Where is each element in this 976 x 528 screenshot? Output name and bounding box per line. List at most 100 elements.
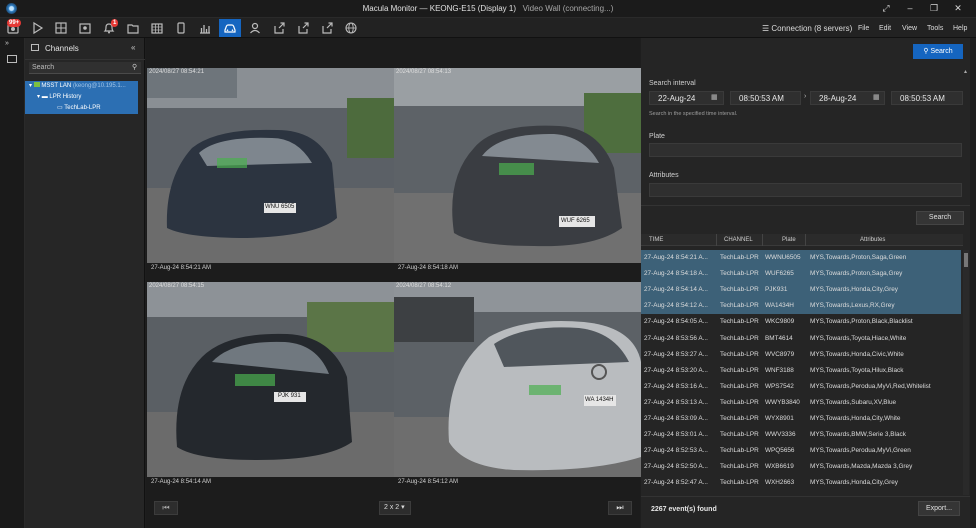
row-plate: WKC9809 xyxy=(765,318,795,326)
tree-item-server[interactable]: ▾ MSST LAN (keong@10.195.1... xyxy=(25,81,138,92)
map-button[interactable] xyxy=(74,19,96,37)
table-row[interactable]: 27-Aug-24 8:54:21 A... TechLab-LPR WWNU650… xyxy=(641,250,961,266)
channels-search[interactable]: Search ⚲ xyxy=(29,62,141,74)
row-plate: WWV3336 xyxy=(765,431,796,439)
car-icon xyxy=(224,24,236,33)
table-button[interactable] xyxy=(146,19,168,37)
row-plate: WWNU6505 xyxy=(765,254,801,261)
camera-tile[interactable]: 2024/08/27 08:54:13 WUF 6265 xyxy=(394,68,641,263)
camera-timestamp: 2024/08/27 08:54:21 xyxy=(149,69,205,75)
menu-tools[interactable]: Tools xyxy=(927,25,943,32)
restore-icon[interactable]: ❐ xyxy=(927,3,941,14)
close-icon[interactable]: ✕ xyxy=(951,3,965,14)
results-table: TIME CHANNEL Plate Attributes 27-Aug-24 … xyxy=(641,234,963,494)
plate-input[interactable] xyxy=(649,143,962,157)
camera-frame-image xyxy=(394,282,641,477)
row-time: 27-Aug-24 8:53:01 A... xyxy=(644,431,708,439)
results-scrollbar[interactable] xyxy=(963,250,969,495)
camera-tile[interactable]: 2024/08/27 08:54:21 WNU 6505 xyxy=(147,68,394,263)
tree-item-lpr-history[interactable]: ▾ ▬ LPR History xyxy=(25,92,138,103)
channels-header: Channels « xyxy=(25,38,145,60)
tree-item-techlab-lpr[interactable]: ▭ TechLab-LPR xyxy=(25,103,138,114)
channels-search-input[interactable]: Search xyxy=(32,64,54,71)
column-divider xyxy=(805,234,806,246)
row-attributes: MYS,Towards,Lexus,RX,Grey xyxy=(810,302,895,310)
row-time: 27-Aug-24 8:52:47 A... xyxy=(644,479,708,487)
export-view-button[interactable] xyxy=(268,19,290,37)
table-row[interactable]: 27-Aug-24 8:53:01 A... TechLab-LPR WWV3336… xyxy=(641,427,961,443)
camera-frame-image xyxy=(394,68,641,263)
lpr-button[interactable] xyxy=(219,19,241,37)
export-view-button-2[interactable] xyxy=(292,19,314,37)
table-row[interactable]: 27-Aug-24 8:52:50 A... TechLab-LPR WXB6619… xyxy=(641,459,961,475)
column-header-attributes[interactable]: Attributes xyxy=(860,234,885,246)
menu-help[interactable]: Help xyxy=(953,25,967,32)
web-button[interactable] xyxy=(340,19,362,37)
column-header-plate[interactable]: Plate xyxy=(782,234,796,246)
fullscreen-icon[interactable]: ⤢ xyxy=(879,3,893,14)
export-view-button-3[interactable] xyxy=(316,19,338,37)
column-header-time[interactable]: TIME xyxy=(649,234,663,246)
column-header-channel[interactable]: CHANNEL xyxy=(724,234,753,246)
title-bar: Macula Monitor — KEONG-E15 (Display 1) V… xyxy=(0,0,976,18)
faces-button[interactable] xyxy=(244,19,266,37)
layout-select[interactable]: 2 x 2 ▾ xyxy=(379,501,411,515)
top-search-button[interactable]: ⚲ Search xyxy=(913,44,963,59)
table-row[interactable]: 27-Aug-24 8:53:13 A... TechLab-LPR WWYB384… xyxy=(641,395,961,411)
table-row[interactable]: 27-Aug-24 8:53:27 A... TechLab-LPR WVC8979… xyxy=(641,347,961,363)
minimize-icon[interactable]: – xyxy=(903,3,917,14)
row-attributes: MYS,Towards,BMW,Serie 3,Black xyxy=(810,431,906,439)
menu-file[interactable]: File xyxy=(858,25,869,32)
table-row[interactable]: 27-Aug-24 8:53:16 A... TechLab-LPR WPS7542… xyxy=(641,379,961,395)
skip-forward-button[interactable]: ⏭ xyxy=(608,501,632,515)
column-divider xyxy=(716,234,717,246)
search-button[interactable]: Search xyxy=(916,211,964,225)
calendar-icon[interactable]: ▦ xyxy=(711,93,718,101)
table-row[interactable]: 27-Aug-24 8:53:20 A... TechLab-LPR WNF3188… xyxy=(641,363,961,379)
row-attributes: MYS,Towards,Proton,Saga,Grey xyxy=(810,270,903,278)
notifications-button[interactable]: 1 xyxy=(98,19,120,37)
row-plate: BMT4614 xyxy=(765,334,793,342)
menu-edit[interactable]: Edit xyxy=(879,25,891,32)
device-button[interactable] xyxy=(170,19,192,37)
table-row[interactable]: 27-Aug-24 8:52:47 A... TechLab-LPR WXH2663… xyxy=(641,475,961,491)
to-time-field[interactable]: 08:50:53 AM xyxy=(891,91,963,105)
scroll-up-icon[interactable]: ▴ xyxy=(964,68,970,76)
table-row[interactable]: 27-Aug-24 8:53:56 A... TechLab-LPR BMT4614… xyxy=(641,331,961,347)
export-button[interactable]: Export... xyxy=(918,501,960,516)
menu-view[interactable]: View xyxy=(902,25,917,32)
row-plate: WNF3188 xyxy=(765,366,794,374)
skip-back-button[interactable]: ⏮ xyxy=(154,501,178,515)
scrollbar-thumb[interactable] xyxy=(964,253,968,267)
table-header xyxy=(641,234,963,246)
collapse-panel-icon[interactable]: « xyxy=(131,43,135,52)
row-channel: TechLab-LPR xyxy=(720,479,759,487)
from-time-field[interactable]: 08:50:53 AM xyxy=(730,91,801,105)
channels-panel: Channels « Search ⚲ ▾ MSST LAN (keong@10… xyxy=(25,38,145,528)
table-row[interactable]: 27-Aug-24 8:54:12 A... TechLab-LPR WA1434H… xyxy=(641,298,961,315)
attributes-input[interactable] xyxy=(649,183,962,197)
camera-caption: 27-Aug-24 8:54:21 AM xyxy=(151,265,212,271)
reports-button[interactable] xyxy=(194,19,216,37)
row-time: 27-Aug-24 8:54:18 A... xyxy=(644,270,708,278)
table-row[interactable]: 27-Aug-24 8:53:09 A... TechLab-LPR WYX8901… xyxy=(641,411,961,427)
row-time: 27-Aug-24 8:53:09 A... xyxy=(644,415,708,422)
table-row[interactable]: 27-Aug-24 8:54:14 A... TechLab-LPR PJK931 M… xyxy=(641,282,961,299)
expand-rail-icon[interactable]: » xyxy=(5,40,9,47)
table-row[interactable]: 27-Aug-24 8:52:53 A... TechLab-LPR WPQ5656… xyxy=(641,443,961,459)
camera-tile[interactable]: 2024/08/27 08:54:15 PJK 931 xyxy=(147,282,394,477)
table-row[interactable]: 27-Aug-24 8:54:18 A... TechLab-LPR WUF6265… xyxy=(641,266,961,283)
table-row[interactable]: 27-Aug-24 8:54:05 A... TechLab-LPR WKC9809… xyxy=(641,314,961,330)
search-icon[interactable]: ⚲ xyxy=(132,63,137,71)
archive-button[interactable] xyxy=(122,19,144,37)
live-button[interactable] xyxy=(26,19,48,37)
camera-caption: 27-Aug-24 8:54:12 AM xyxy=(398,479,459,485)
alerts-button[interactable]: 99+ xyxy=(2,19,24,37)
camera-frame-image xyxy=(147,68,394,263)
layout-button[interactable] xyxy=(50,19,72,37)
camera-tile[interactable]: 2024/08/27 08:54:12 WA 1434H xyxy=(394,282,641,477)
calendar-icon[interactable]: ▦ xyxy=(873,93,880,101)
connection-status[interactable]: ☰ Connection (8 servers) xyxy=(762,24,852,33)
row-time: 27-Aug-24 8:54:05 A... xyxy=(644,318,708,326)
channels-panel-icon[interactable] xyxy=(7,55,17,63)
